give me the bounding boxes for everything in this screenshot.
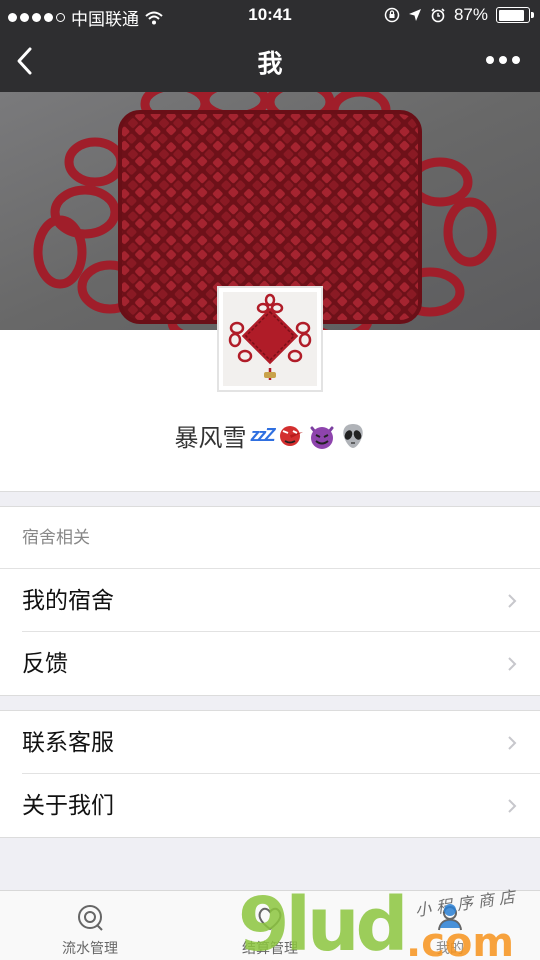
chevron-right-icon <box>508 799 517 813</box>
username-text: 暴风雪 <box>174 425 247 452</box>
tab-bar: 流水管理 结算管理 我的 <box>0 890 540 960</box>
battery-percent: 87% <box>453 5 488 24</box>
chinese-knot-avatar-image <box>223 292 317 386</box>
zzz-emoji: zzZ <box>250 425 276 445</box>
nav-bar: 我 <box>0 30 540 92</box>
chevron-right-icon <box>508 657 517 671</box>
my-dorm-row[interactable]: 我的宿舍 <box>22 569 540 632</box>
chat-bubble-icon <box>78 905 103 931</box>
about-us-row[interactable]: 关于我们 <box>22 774 540 837</box>
avatar[interactable] <box>217 286 323 392</box>
my-dorm-label: 我的宿舍 <box>22 587 114 613</box>
tab-ledger-label: 流水管理 <box>62 940 118 956</box>
username: 暴风雪 zzZ <box>0 418 540 453</box>
chevron-right-icon <box>508 594 517 608</box>
location-arrow-icon <box>408 9 421 21</box>
feedback-row[interactable]: 反馈 <box>22 632 540 695</box>
battery-icon <box>496 7 534 23</box>
status-right: 87% <box>384 5 534 25</box>
customer-service-row[interactable]: 联系客服 <box>22 711 540 774</box>
tab-settlement[interactable]: 结算管理 <box>180 891 360 960</box>
tab-settlement-label: 结算管理 <box>242 940 298 956</box>
rotation-lock-icon <box>384 7 400 23</box>
tengu-mask-icon <box>279 425 303 446</box>
status-bar: 中国联通 10:41 87% <box>0 0 540 30</box>
customer-service-label: 联系客服 <box>22 729 114 755</box>
dorm-section: 宿舍相关 我的宿舍 反馈 <box>0 506 540 696</box>
feedback-label: 反馈 <box>22 650 68 676</box>
purple-devil-icon <box>310 426 333 449</box>
person-icon <box>438 906 462 931</box>
alarm-icon <box>431 8 445 23</box>
section-header: 宿舍相关 <box>0 507 540 569</box>
chevron-right-icon <box>508 736 517 750</box>
page-title: 我 <box>257 50 283 78</box>
other-section: 联系客服 关于我们 <box>0 710 540 838</box>
more-dots-icon[interactable] <box>486 56 520 64</box>
about-us-label: 关于我们 <box>22 792 114 818</box>
alien-icon <box>342 423 363 448</box>
heart-icon <box>258 907 282 931</box>
tab-mine[interactable]: 我的 <box>360 891 540 960</box>
tab-mine-label: 我的 <box>436 940 464 956</box>
tab-ledger[interactable]: 流水管理 <box>0 891 180 960</box>
